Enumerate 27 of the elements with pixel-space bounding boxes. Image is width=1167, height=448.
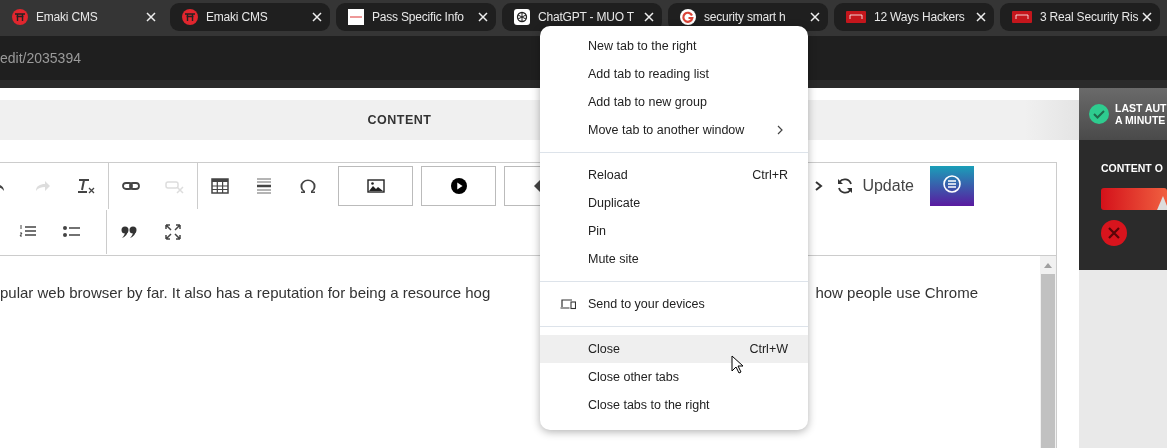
menu-label: Pin xyxy=(588,224,608,238)
tab-title: 12 Ways Hackers xyxy=(874,10,966,24)
menu-label: Duplicate xyxy=(588,196,642,210)
menu-label: Add tab to reading list xyxy=(588,67,710,81)
autosave-text: LAST AUT xyxy=(1115,102,1167,114)
section-title: CONTENT xyxy=(367,113,432,127)
tab-title: Pass Specific Info xyxy=(372,10,465,24)
menu-label: Add tab to new group xyxy=(588,95,708,109)
paragraph-text: how people use Chrome xyxy=(815,284,978,303)
menu-label: Mute site xyxy=(588,252,640,266)
menu-label: New tab to the right xyxy=(588,39,698,53)
autosave-text: A MINUTE xyxy=(1115,114,1167,126)
tab-title: ChatGPT - MUO T xyxy=(538,10,635,24)
menu-label: Close xyxy=(588,342,621,356)
menu-label: Close other tabs xyxy=(588,370,681,384)
shortcut-text: Ctrl+W xyxy=(749,342,788,356)
menu-label: Send to your devices xyxy=(588,297,706,311)
menu-label: Close tabs to the right xyxy=(588,398,711,412)
menu-label: Move tab to another window xyxy=(588,123,746,137)
shortcut-text: Ctrl+R xyxy=(752,168,788,182)
menu-label: Reload xyxy=(588,168,629,182)
tab-title: Emaki CMS xyxy=(206,10,269,24)
paragraph-text: pular web browser by far. It also has a reputation for being a resource hog xyxy=(0,284,491,303)
tab-title: security smart h xyxy=(704,10,787,24)
panel-title: CONTENT O xyxy=(1101,162,1164,174)
tab-title: Emaki CMS xyxy=(36,10,99,24)
tab-title: 3 Real Security Ris xyxy=(1040,10,1139,24)
